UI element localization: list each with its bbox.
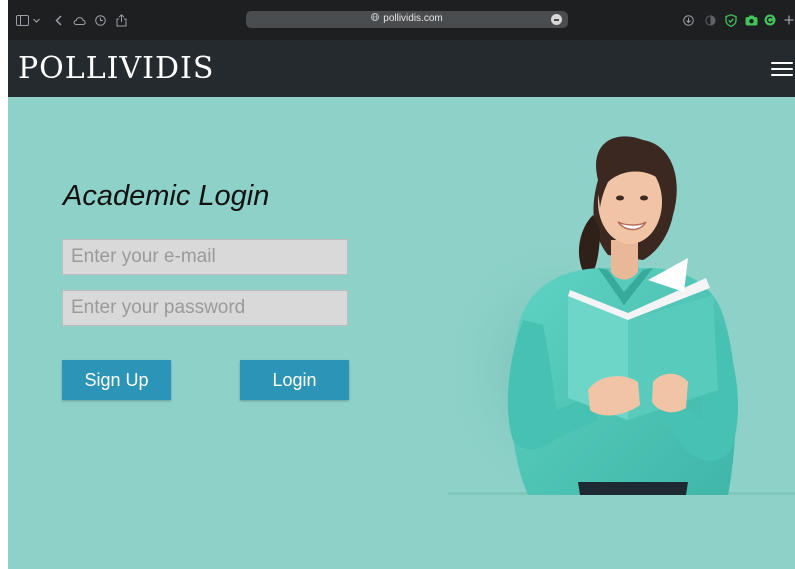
back-icon[interactable]: [53, 12, 63, 28]
cloud-icon[interactable]: [72, 12, 86, 28]
email-input[interactable]: [62, 239, 348, 275]
extension-icon[interactable]: [763, 12, 777, 28]
contrast-icon[interactable]: [704, 12, 716, 28]
browser-toolbar: pollividis.com: [8, 0, 795, 40]
download-icon[interactable]: [682, 12, 694, 28]
password-input[interactable]: [62, 290, 348, 326]
camera-icon[interactable]: [744, 12, 758, 28]
chevron-down-icon[interactable]: [32, 12, 40, 28]
login-title: Academic Login: [63, 180, 270, 212]
shield-icon[interactable]: [724, 12, 738, 28]
stop-icon[interactable]: [551, 14, 562, 25]
address-bar[interactable]: pollividis.com: [246, 11, 568, 28]
new-tab-icon[interactable]: [783, 12, 795, 28]
site-header: POLLIVIDIS: [8, 40, 795, 97]
login-button[interactable]: Login: [240, 360, 349, 400]
clock-icon[interactable]: [94, 12, 106, 28]
share-icon[interactable]: [115, 12, 127, 28]
sign-up-button[interactable]: Sign Up: [62, 360, 171, 400]
site-logo[interactable]: POLLIVIDIS: [18, 51, 214, 86]
woman-reading-book-photo: [448, 136, 795, 495]
url-text: pollividis.com: [383, 13, 443, 25]
globe-icon: [371, 13, 380, 24]
hamburger-menu-icon[interactable]: [771, 62, 793, 78]
sidebar-icon[interactable]: [15, 12, 29, 28]
page-frame: pollividis.com POLLIVIDIS Academic Login…: [8, 0, 795, 569]
